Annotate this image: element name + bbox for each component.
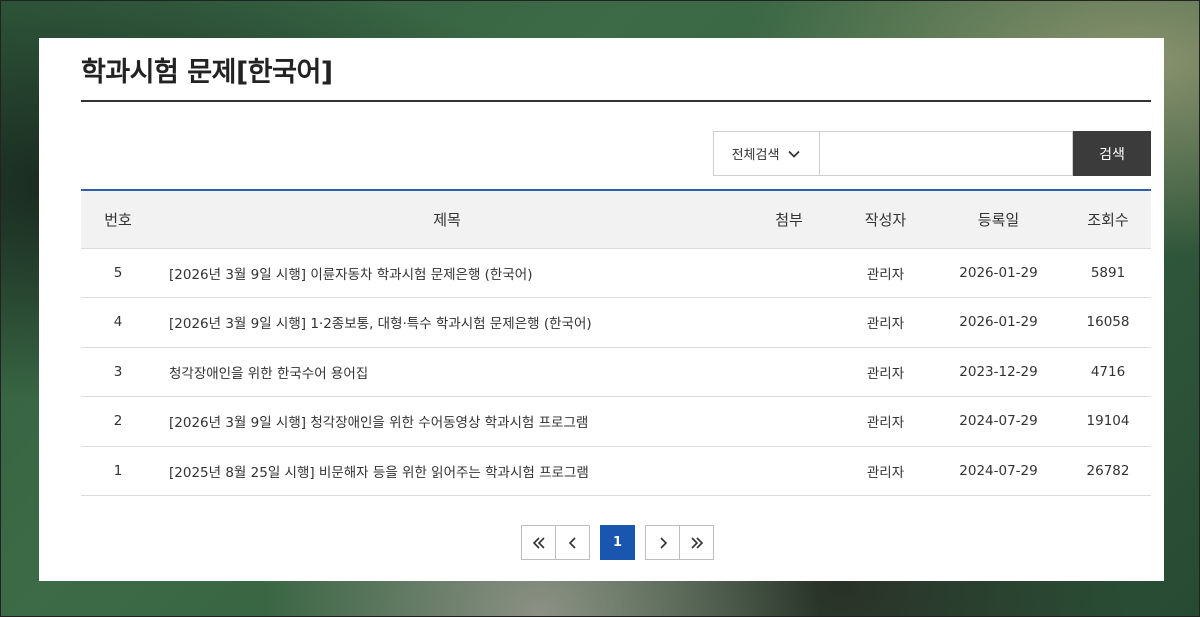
board-card: 학과시험 문제[한국어] 전체검색 검색 번호 제목 첨부 작성자 등록일 조회… bbox=[39, 38, 1164, 581]
row-date: 2023-12-29 bbox=[932, 347, 1065, 397]
board-table: 번호 제목 첨부 작성자 등록일 조회수 5 [2026년 3월 9일 시행] … bbox=[81, 189, 1151, 496]
column-header-number: 번호 bbox=[81, 190, 155, 249]
double-chevron-left-icon bbox=[532, 536, 545, 549]
page-title: 학과시험 문제[한국어] bbox=[81, 57, 333, 88]
search-input[interactable] bbox=[820, 131, 1073, 176]
row-number: 4 bbox=[81, 297, 155, 348]
double-chevron-right-icon bbox=[690, 536, 703, 549]
first-page-button[interactable] bbox=[521, 525, 556, 560]
row-number: 5 bbox=[81, 248, 155, 298]
table-header-row: 번호 제목 첨부 작성자 등록일 조회수 bbox=[81, 190, 1151, 249]
row-author: 관리자 bbox=[839, 297, 932, 348]
row-date: 2024-07-29 bbox=[932, 446, 1065, 496]
row-views: 5891 bbox=[1065, 248, 1151, 298]
column-header-author: 작성자 bbox=[839, 190, 932, 249]
row-number: 2 bbox=[81, 396, 155, 447]
row-number: 3 bbox=[81, 347, 155, 397]
row-author: 관리자 bbox=[839, 248, 932, 298]
search-button[interactable]: 검색 bbox=[1073, 131, 1151, 176]
row-title-link[interactable]: [2026년 3월 9일 시행] 청각장애인을 위한 수어동영상 학과시험 프로… bbox=[155, 396, 739, 447]
row-author: 관리자 bbox=[839, 347, 932, 397]
title-divider bbox=[81, 100, 1151, 102]
row-views: 19104 bbox=[1065, 396, 1151, 447]
page-number-current[interactable]: 1 bbox=[600, 525, 635, 560]
table-row: 2 [2026년 3월 9일 시행] 청각장애인을 위한 수어동영상 학과시험 … bbox=[81, 396, 1151, 447]
search-scope-label: 전체검색 bbox=[731, 148, 780, 163]
table-row: 5 [2026년 3월 9일 시행] 이륜자동차 학과시험 문제은행 (한국어)… bbox=[81, 248, 1151, 298]
row-views: 16058 bbox=[1065, 297, 1151, 348]
chevron-down-icon bbox=[788, 150, 801, 158]
row-title-link[interactable]: [2026년 3월 9일 시행] 이륜자동차 학과시험 문제은행 (한국어) bbox=[155, 248, 739, 298]
column-header-views: 조회수 bbox=[1065, 190, 1151, 249]
row-title-link[interactable]: [2025년 8월 25일 시행] 비문해자 등을 위한 읽어주는 학과시험 프… bbox=[155, 446, 739, 496]
row-attachment bbox=[739, 446, 839, 496]
column-header-attachment: 첨부 bbox=[739, 190, 839, 249]
table-row: 4 [2026년 3월 9일 시행] 1·2종보통, 대형·특수 학과시험 문제… bbox=[81, 297, 1151, 348]
column-header-date: 등록일 bbox=[932, 190, 1065, 249]
row-views: 26782 bbox=[1065, 446, 1151, 496]
row-date: 2026-01-29 bbox=[932, 248, 1065, 298]
search-scope-select[interactable]: 전체검색 bbox=[713, 131, 820, 176]
row-number: 1 bbox=[81, 446, 155, 496]
row-date: 2024-07-29 bbox=[932, 396, 1065, 447]
table-row: 3 청각장애인을 위한 한국수어 용어집 관리자 2023-12-29 4716 bbox=[81, 347, 1151, 397]
search-bar: 전체검색 검색 bbox=[713, 131, 1151, 176]
row-attachment bbox=[739, 297, 839, 348]
next-page-button[interactable] bbox=[645, 525, 680, 560]
row-author: 관리자 bbox=[839, 396, 932, 447]
row-views: 4716 bbox=[1065, 347, 1151, 397]
row-attachment bbox=[739, 347, 839, 397]
row-date: 2026-01-29 bbox=[932, 297, 1065, 348]
previous-page-button[interactable] bbox=[555, 525, 590, 560]
row-title-link[interactable]: 청각장애인을 위한 한국수어 용어집 bbox=[155, 347, 739, 397]
pagination: 1 bbox=[521, 525, 714, 560]
row-attachment bbox=[739, 396, 839, 447]
last-page-button[interactable] bbox=[679, 525, 714, 560]
row-title-link[interactable]: [2026년 3월 9일 시행] 1·2종보통, 대형·특수 학과시험 문제은행… bbox=[155, 297, 739, 348]
row-attachment bbox=[739, 248, 839, 298]
table-row: 1 [2025년 8월 25일 시행] 비문해자 등을 위한 읽어주는 학과시험… bbox=[81, 446, 1151, 496]
row-author: 관리자 bbox=[839, 446, 932, 496]
column-header-title: 제목 bbox=[155, 190, 739, 249]
chevron-left-icon bbox=[568, 536, 576, 549]
chevron-right-icon bbox=[659, 536, 667, 549]
